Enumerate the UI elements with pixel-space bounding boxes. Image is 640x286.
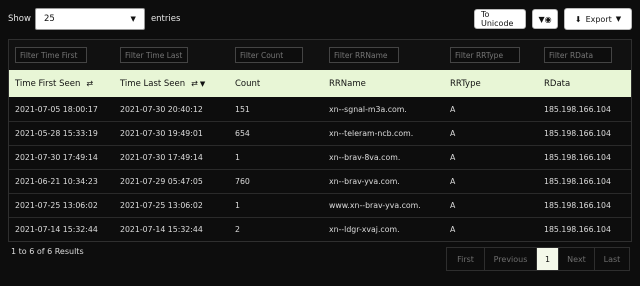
page-next-button[interactable]: Next (558, 248, 594, 270)
cell-rrtype: A (450, 104, 456, 114)
cell-rrtype: A (450, 129, 456, 138)
cell-rrname: xn--sgnal-m3a.com. (329, 104, 407, 114)
table-row: 2021-07-14 15:32:44 2021-07-14 15:32:44 … (9, 217, 631, 241)
filter-rrtype-input[interactable] (450, 47, 520, 63)
cell-rrtype: A (450, 201, 456, 210)
column-label: RRType (450, 78, 481, 89)
chevron-down-icon: ▼ (615, 15, 622, 23)
cell-count: 654 (235, 129, 250, 138)
filter-eye-icon: ▼◉ (538, 14, 552, 24)
column-header-rrname[interactable]: RRName (323, 79, 444, 89)
results-summary: 1 to 6 of 6 Results (11, 247, 84, 256)
cell-count: 151 (235, 104, 250, 114)
cell-time-first: 2021-07-14 15:32:44 (15, 225, 98, 234)
cell-rrname: xn--brav-yva.com. (329, 177, 400, 186)
cell-time-first: 2021-05-28 15:33:19 (15, 129, 98, 138)
cell-rrtype: A (450, 153, 456, 162)
download-icon: ⬇ (574, 14, 582, 24)
cell-rdata: 185.198.166.104 (544, 153, 611, 162)
sort-icon: ⇄ (86, 79, 94, 88)
column-label: Time Last Seen (120, 78, 186, 89)
column-header-time-first[interactable]: Time First Seen ⇄ (9, 79, 114, 89)
cell-count: 1 (235, 201, 240, 210)
cell-rrname: www.xn--brav-yva.com. (329, 201, 421, 210)
pagination: First Previous 1 Next Last (446, 247, 630, 271)
toggle-filters-button[interactable]: ▼◉ (532, 9, 558, 29)
to-unicode-button[interactable]: To Unicode (474, 9, 526, 29)
column-label: RData (544, 78, 571, 89)
column-header-time-last[interactable]: Time Last Seen ⇄ ▼ (114, 79, 229, 89)
cell-time-first: 2021-07-25 13:06:02 (15, 201, 98, 210)
filter-rrname-input[interactable] (329, 47, 399, 63)
column-label: Count (235, 78, 261, 89)
filter-rdata-input[interactable] (544, 47, 612, 63)
cell-rrname: xn--teleram-ncb.com. (329, 129, 414, 138)
column-label: RRName (329, 78, 366, 89)
cell-time-last: 2021-07-30 20:40:12 (120, 104, 203, 114)
dns-results-table: Time First Seen ⇄ Time Last Seen ⇄ ▼ Cou… (8, 39, 632, 242)
toolbar-right: To Unicode ▼◉ ⬇ Export ▼ (468, 8, 632, 30)
table-header: Time First Seen ⇄ Time Last Seen ⇄ ▼ Cou… (9, 70, 631, 97)
page-previous-button[interactable]: Previous (484, 248, 536, 270)
cell-rdata: 185.198.166.104 (544, 129, 611, 138)
cell-rdata: 185.198.166.104 (544, 104, 611, 114)
cell-time-last: 2021-07-30 19:49:01 (120, 129, 203, 138)
table-row: 2021-05-28 15:33:19 2021-07-30 19:49:01 … (9, 121, 631, 145)
entries-label: entries (150, 14, 181, 24)
cell-count: 1 (235, 153, 240, 162)
filter-time-last-input[interactable] (120, 47, 188, 63)
page-last-button[interactable]: Last (594, 248, 629, 270)
cell-rrname: xn--ldgr-xvaj.com. (329, 225, 400, 234)
show-label: Show (8, 14, 31, 24)
table-row: 2021-06-21 10:34:23 2021-07-29 05:47:05 … (9, 169, 631, 193)
table-controls: Show 25 ▼ entries To Unicode ▼◉ ⬇ Export… (8, 7, 632, 31)
cell-count: 2 (235, 225, 240, 234)
filter-time-first-input[interactable] (15, 47, 87, 63)
export-label: Export (585, 14, 612, 24)
sort-desc-icon: ▼ (199, 79, 206, 88)
cell-time-last: 2021-07-14 15:32:44 (120, 225, 203, 234)
column-header-rrtype[interactable]: RRType (444, 79, 538, 89)
cell-count: 760 (235, 177, 250, 186)
table-row: 2021-07-05 18:00:17 2021-07-30 20:40:12 … (9, 97, 631, 121)
cell-time-last: 2021-07-29 05:47:05 (120, 177, 203, 186)
column-label: Time First Seen (15, 78, 81, 89)
page-first-button[interactable]: First (447, 248, 484, 270)
cell-time-last: 2021-07-30 17:49:14 (120, 153, 203, 162)
cell-rdata: 185.198.166.104 (544, 201, 611, 210)
filter-row (9, 40, 631, 70)
cell-time-first: 2021-06-21 10:34:23 (15, 177, 98, 186)
column-header-rdata[interactable]: RData (538, 79, 633, 89)
page-size-select[interactable]: 25 ▼ (34, 8, 145, 30)
sort-icon: ⇄ (191, 79, 198, 88)
page-size-value: 25 (43, 14, 55, 24)
page-current-button[interactable]: 1 (536, 248, 558, 270)
table-row: 2021-07-30 17:49:14 2021-07-30 17:49:14 … (9, 145, 631, 169)
cell-rdata: 185.198.166.104 (544, 177, 611, 186)
cell-rrname: xn--brav-8va.com. (329, 153, 401, 162)
cell-rdata: 185.198.166.104 (544, 225, 611, 234)
export-button[interactable]: ⬇ Export ▼ (564, 8, 632, 30)
cell-rrtype: A (450, 225, 456, 234)
column-header-count[interactable]: Count (229, 79, 323, 89)
cell-time-last: 2021-07-25 13:06:02 (120, 201, 203, 210)
filter-count-input[interactable] (235, 47, 303, 63)
table-body: 2021-07-05 18:00:17 2021-07-30 20:40:12 … (9, 97, 631, 241)
chevron-down-icon: ▼ (130, 15, 136, 23)
cell-rrtype: A (450, 177, 456, 186)
cell-time-first: 2021-07-30 17:49:14 (15, 153, 98, 162)
cell-time-first: 2021-07-05 18:00:17 (15, 104, 98, 114)
table-row: 2021-07-25 13:06:02 2021-07-25 13:06:02 … (9, 193, 631, 217)
